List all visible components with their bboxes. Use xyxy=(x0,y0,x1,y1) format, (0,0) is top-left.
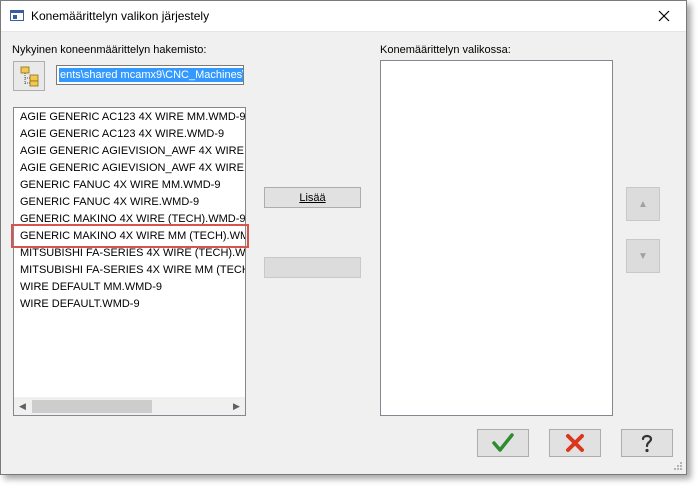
list-item[interactable]: GENERIC FANUC 4X WIRE MM.WMD-9 xyxy=(20,177,220,194)
question-icon xyxy=(641,434,653,453)
title-bar: Konemäärittelyn valikon järjestely xyxy=(1,1,686,32)
list-item[interactable]: AGIE GENERIC AC123 4X WIRE MM.WMD-9 xyxy=(20,109,245,126)
scroll-right-icon[interactable]: ▶ xyxy=(228,398,245,415)
add-button[interactable]: Lisää xyxy=(264,187,361,208)
move-down-button[interactable]: ▼ xyxy=(626,239,660,273)
scrollbar-thumb[interactable] xyxy=(32,400,152,413)
menu-list-label: Konemäärittelyn valikossa: xyxy=(380,44,511,56)
cancel-button[interactable] xyxy=(549,429,601,457)
list-item[interactable]: AGIE GENERIC AGIEVISION_AWF 4X WIRE.WM xyxy=(20,160,245,177)
scroll-left-icon[interactable]: ◀ xyxy=(14,398,31,415)
move-up-button[interactable]: ▲ xyxy=(626,187,660,221)
list-item[interactable]: WIRE DEFAULT MM.WMD-9 xyxy=(20,279,162,296)
list-item[interactable]: WIRE DEFAULT.WMD-9 xyxy=(20,296,140,313)
remove-button-label: Poista xyxy=(297,261,328,274)
available-machines-list[interactable]: AGIE GENERIC AC123 4X WIRE MM.WMD-9 AGIE… xyxy=(13,107,246,416)
highlight-annotation xyxy=(11,224,249,248)
folder-tree-icon xyxy=(20,66,39,87)
ok-button[interactable] xyxy=(477,429,529,457)
horizontal-scrollbar[interactable]: ◀ ▶ xyxy=(14,397,245,415)
list-item[interactable]: GENERIC FANUC 4X WIRE.WMD-9 xyxy=(20,194,199,211)
directory-path-value: ents\shared mcamx9\CNC_Machines\ xyxy=(59,68,243,82)
help-button[interactable] xyxy=(621,429,673,457)
x-icon xyxy=(566,434,584,452)
add-button-label: Lisää xyxy=(299,191,326,204)
list-item[interactable]: AGIE GENERIC AGIEVISION_AWF 4X WIRE MM xyxy=(20,143,245,160)
close-button[interactable] xyxy=(642,1,686,31)
arrow-down-icon: ▼ xyxy=(638,250,648,262)
check-icon xyxy=(492,433,514,452)
remove-button[interactable]: Poista xyxy=(264,257,361,278)
list-item[interactable]: MITSUBISHI FA-SERIES 4X WIRE MM (TECH).W xyxy=(20,262,245,279)
window-title: Konemäärittelyn valikon järjestely xyxy=(31,9,210,23)
browse-folder-button[interactable] xyxy=(13,61,45,91)
directory-path-field[interactable]: ents\shared mcamx9\CNC_Machines\ xyxy=(56,65,244,85)
resize-grip-icon[interactable] xyxy=(673,461,683,471)
app-icon xyxy=(10,10,24,21)
current-directory-label: Nykyinen koneenmäärittelyn hakemisto: xyxy=(12,44,207,56)
list-item[interactable]: AGIE GENERIC AC123 4X WIRE.WMD-9 xyxy=(20,126,224,143)
menu-machines-list[interactable] xyxy=(380,60,613,416)
arrow-up-icon: ▲ xyxy=(638,198,648,210)
close-icon xyxy=(658,10,670,22)
dialog-window: Konemäärittelyn valikon järjestely Nykyi… xyxy=(0,0,687,475)
